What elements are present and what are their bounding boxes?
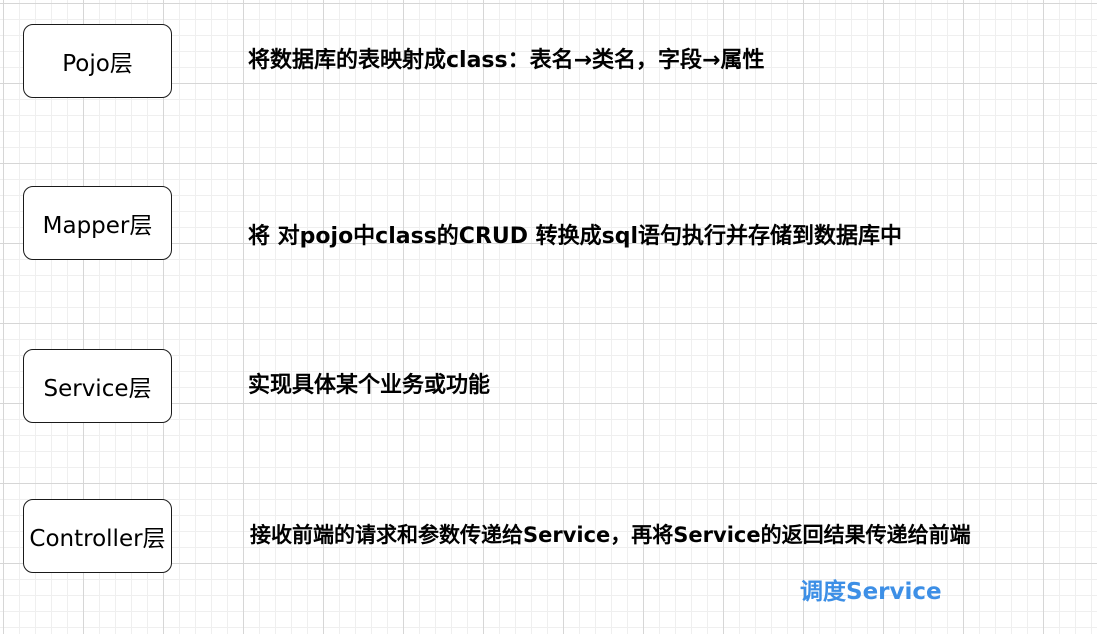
service-layer-box[interactable]: Service层 bbox=[23, 349, 172, 423]
pojo-layer-box[interactable]: Pojo层 bbox=[23, 24, 172, 98]
controller-layer-box[interactable]: Controller层 bbox=[23, 499, 172, 573]
service-layer-description: 实现具体某个业务或功能 bbox=[248, 373, 491, 398]
pojo-layer-label: Pojo层 bbox=[62, 51, 133, 77]
diagram-canvas: Pojo层 将数据库的表映射成class：表名→类名，字段→属性 Mapper层… bbox=[0, 0, 1097, 634]
controller-layer-label: Controller层 bbox=[29, 526, 166, 552]
service-layer-label: Service层 bbox=[43, 376, 152, 402]
mapper-layer-box[interactable]: Mapper层 bbox=[23, 186, 172, 260]
mapper-layer-description: 将 对pojo中class的CRUD 转换成sql语句执行并存储到数据库中 bbox=[248, 224, 903, 249]
controller-layer-description: 接收前端的请求和参数传递给Service，再将Service的返回结果传递给前端 bbox=[250, 523, 971, 547]
dispatch-service-annotation: 调度Service bbox=[800, 579, 942, 605]
mapper-layer-label: Mapper层 bbox=[42, 213, 153, 239]
pojo-layer-description: 将数据库的表映射成class：表名→类名，字段→属性 bbox=[248, 48, 765, 73]
